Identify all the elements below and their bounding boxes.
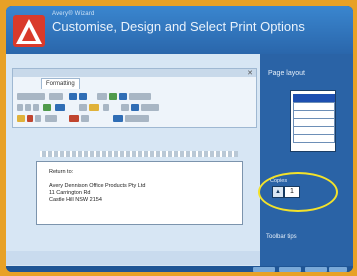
tab-formatting[interactable]: Formatting xyxy=(41,78,80,89)
highlight-circle xyxy=(258,172,338,212)
horizontal-ruler xyxy=(40,151,238,157)
label-canvas[interactable]: Return to: Avery Dennison Office Product… xyxy=(36,161,243,225)
highlight-icon[interactable] xyxy=(43,104,51,111)
back-button[interactable] xyxy=(253,267,275,272)
text-color-icon[interactable] xyxy=(55,104,65,111)
indent-icon[interactable] xyxy=(103,104,109,111)
table-icon[interactable] xyxy=(97,93,107,100)
app-brand: Avery® Wizard xyxy=(52,11,95,17)
document-editor: ✕ Formatting Return to: Avery Dennison O… xyxy=(6,54,260,266)
avery-logo xyxy=(13,15,45,47)
toolbar-tips-label: Toolbar tips xyxy=(266,234,297,240)
toolbar-title-strip xyxy=(13,69,256,77)
font-size-select[interactable] xyxy=(49,93,63,100)
address-line: Castle Hill NSW 2154 xyxy=(49,197,102,203)
options-panel: Page layout Copies ▲ 1 Toolbar tips xyxy=(258,54,353,266)
options-dropdown[interactable] xyxy=(141,104,159,111)
position-dropdown[interactable] xyxy=(125,115,149,122)
underline-icon[interactable] xyxy=(33,104,39,111)
align-left-icon[interactable] xyxy=(17,115,25,122)
status-bar xyxy=(6,251,260,265)
redo-icon[interactable] xyxy=(79,93,87,100)
address-line: Avery Dennison Office Products Pty Ltd xyxy=(49,183,146,189)
cancel-button[interactable] xyxy=(329,267,347,272)
next-button[interactable] xyxy=(279,267,301,272)
arrange-icon[interactable] xyxy=(131,104,139,111)
rotate-icon[interactable] xyxy=(121,104,129,111)
shape-icon[interactable] xyxy=(119,93,127,100)
wizard-window: Avery® Wizard Customise, Design and Sele… xyxy=(6,6,353,272)
font-select[interactable] xyxy=(17,93,45,100)
address-line: 11 Carrington Rd xyxy=(49,190,91,196)
close-icon[interactable]: ✕ xyxy=(247,69,253,77)
toolbar-tips: Toolbar tips xyxy=(266,234,348,264)
line-style-icon[interactable] xyxy=(81,115,89,122)
align-right-icon[interactable] xyxy=(35,115,41,122)
italic-icon[interactable] xyxy=(25,104,31,111)
bold-icon[interactable] xyxy=(17,104,23,111)
formatting-toolbar: ✕ Formatting xyxy=(12,68,257,128)
fill-color-icon[interactable] xyxy=(89,104,99,111)
footer-bar xyxy=(6,266,353,272)
print-button[interactable] xyxy=(305,267,327,272)
bullets-icon[interactable] xyxy=(79,104,87,111)
align-center-icon[interactable] xyxy=(27,115,33,122)
more-tools-dropdown[interactable] xyxy=(129,93,151,100)
line-color-icon[interactable] xyxy=(69,115,79,122)
page-layout-label: Page layout xyxy=(268,70,305,77)
image-icon[interactable] xyxy=(109,93,117,100)
address-line: Return to: xyxy=(49,169,74,175)
undo-icon[interactable] xyxy=(69,93,77,100)
spacing-select[interactable] xyxy=(45,115,57,122)
group-icon[interactable] xyxy=(113,115,123,122)
label-cell[interactable] xyxy=(293,134,335,143)
page-layout-preview[interactable] xyxy=(290,90,336,152)
title-bar: Avery® Wizard Customise, Design and Sele… xyxy=(6,6,353,54)
page-title: Customise, Design and Select Print Optio… xyxy=(52,19,305,34)
